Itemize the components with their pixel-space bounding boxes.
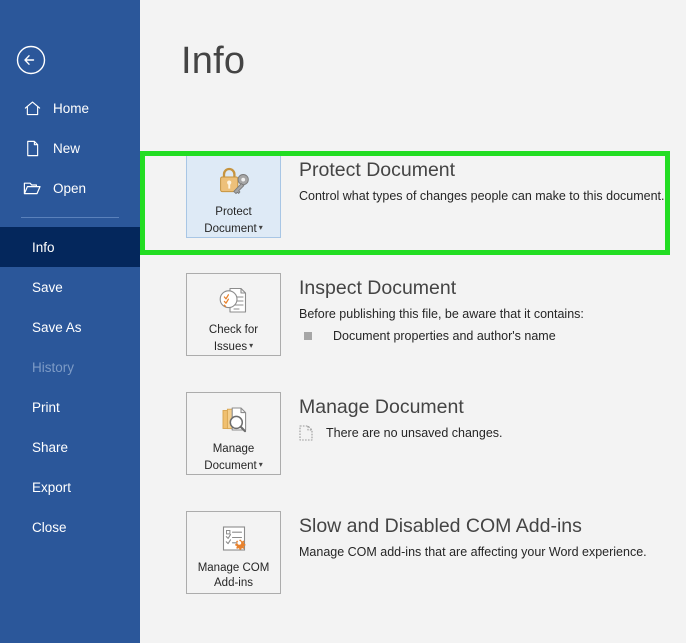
manage-document-text: Manage Document There are no unsaved cha… <box>299 392 682 442</box>
check-for-issues-button-label: Check for Issues ▾ <box>207 323 260 355</box>
chevron-down-icon[interactable]: ▾ <box>259 460 263 469</box>
section-description: Manage COM add-ins that are affecting yo… <box>299 545 647 559</box>
back-arrow-svg <box>16 45 46 75</box>
button-line2: Document <box>204 223 257 235</box>
square-bullet-icon <box>304 332 312 340</box>
folder-icon <box>21 177 43 199</box>
section-com-add-ins: Manage COM Add-ins Slow and Disabled COM… <box>186 511 682 611</box>
sidebar-item-label: History <box>32 359 75 375</box>
sidebar-item-home[interactable]: Home <box>0 88 140 128</box>
inspect-detail-text: Document properties and author's name <box>333 329 556 343</box>
chevron-down-icon[interactable]: ▾ <box>249 341 253 350</box>
chevron-down-icon[interactable]: ▾ <box>259 223 263 232</box>
section-heading: Manage Document <box>299 396 464 418</box>
button-line1: Protect <box>215 206 252 218</box>
button-line1: Manage <box>212 443 255 455</box>
manage-document-button[interactable]: Manage Document ▾ <box>186 392 281 475</box>
sidebar-item-label: Open <box>53 180 87 196</box>
sidebar-divider <box>21 217 119 218</box>
section-description: Before publishing this file, be aware th… <box>299 307 584 321</box>
section-inspect-document: Check for Issues ▾ Inspect Document Befor… <box>186 273 682 373</box>
document-inspect-icon <box>214 280 254 322</box>
manage-com-add-ins-button-label: Manage COM Add-ins <box>196 561 272 591</box>
button-line2: Issues <box>213 341 248 353</box>
sidebar-item-export[interactable]: Export <box>0 467 140 507</box>
manage-detail-row: There are no unsaved changes. <box>299 424 682 442</box>
sidebar-item-close[interactable]: Close <box>0 507 140 547</box>
button-line1: Check for <box>208 324 259 336</box>
manage-document-button-label: Manage Document ▾ <box>202 442 264 474</box>
dotted-document-icon <box>299 425 313 441</box>
protect-document-text: Protect Document Control what types of c… <box>299 155 682 205</box>
sidebar-item-info[interactable]: Info <box>0 227 140 267</box>
section-heading: Protect Document <box>299 159 456 181</box>
com-add-ins-text: Slow and Disabled COM Add-ins Manage COM… <box>299 511 682 561</box>
button-line2: Document <box>204 460 257 472</box>
button-line2: Add-ins <box>214 577 253 589</box>
lock-and-key-icon <box>214 162 254 204</box>
sidebar-item-label: New <box>53 140 81 156</box>
sidebar-item-label: Save As <box>32 319 82 335</box>
button-line1: Manage COM <box>197 562 270 574</box>
sidebar-item-label: Share <box>32 439 69 455</box>
back-arrow-circle-icon[interactable] <box>15 44 47 76</box>
section-manage-document: Manage Document ▾ Manage Document There a… <box>186 392 682 492</box>
sidebar-nav-list: Home New Open Info Save Save As History … <box>0 88 140 547</box>
section-protect-document: Protect Document ▾ Protect Document Contr… <box>186 155 682 255</box>
page-icon <box>21 137 43 159</box>
sidebar-item-label: Info <box>32 239 55 255</box>
home-icon <box>21 97 43 119</box>
inspect-document-text: Inspect Document Before publishing this … <box>299 273 682 345</box>
backstage-sidebar: Home New Open Info Save Save As History … <box>0 0 140 643</box>
word-backstage-info-screen: Home New Open Info Save Save As History … <box>0 0 686 643</box>
info-main-panel: Info Protect Document ▾ Protect Document… <box>140 0 686 643</box>
sidebar-item-share[interactable]: Share <box>0 427 140 467</box>
sidebar-item-save[interactable]: Save <box>0 267 140 307</box>
protect-document-button[interactable]: Protect Document ▾ <box>186 155 281 238</box>
section-heading: Slow and Disabled COM Add-ins <box>299 515 582 537</box>
page-title: Info <box>181 40 246 82</box>
inspect-detail-row: Document properties and author's name <box>299 327 682 345</box>
checklist-gear-icon <box>214 518 254 560</box>
sidebar-item-print[interactable]: Print <box>0 387 140 427</box>
sidebar-item-open[interactable]: Open <box>0 168 140 208</box>
sidebar-item-label: Close <box>32 519 67 535</box>
sidebar-item-history: History <box>0 347 140 387</box>
check-for-issues-button[interactable]: Check for Issues ▾ <box>186 273 281 356</box>
sidebar-item-new[interactable]: New <box>0 128 140 168</box>
sidebar-item-label: Save <box>32 279 63 295</box>
manage-detail-text: There are no unsaved changes. <box>326 426 503 440</box>
sidebar-item-label: Print <box>32 399 60 415</box>
sidebar-item-label: Home <box>53 100 90 116</box>
manage-com-add-ins-button[interactable]: Manage COM Add-ins <box>186 511 281 594</box>
section-heading: Inspect Document <box>299 277 457 299</box>
document-versions-search-icon <box>214 399 254 441</box>
protect-document-button-label: Protect Document ▾ <box>202 205 264 237</box>
sidebar-item-label: Export <box>32 479 72 495</box>
sidebar-item-save-as[interactable]: Save As <box>0 307 140 347</box>
section-description: Control what types of changes people can… <box>299 189 665 203</box>
